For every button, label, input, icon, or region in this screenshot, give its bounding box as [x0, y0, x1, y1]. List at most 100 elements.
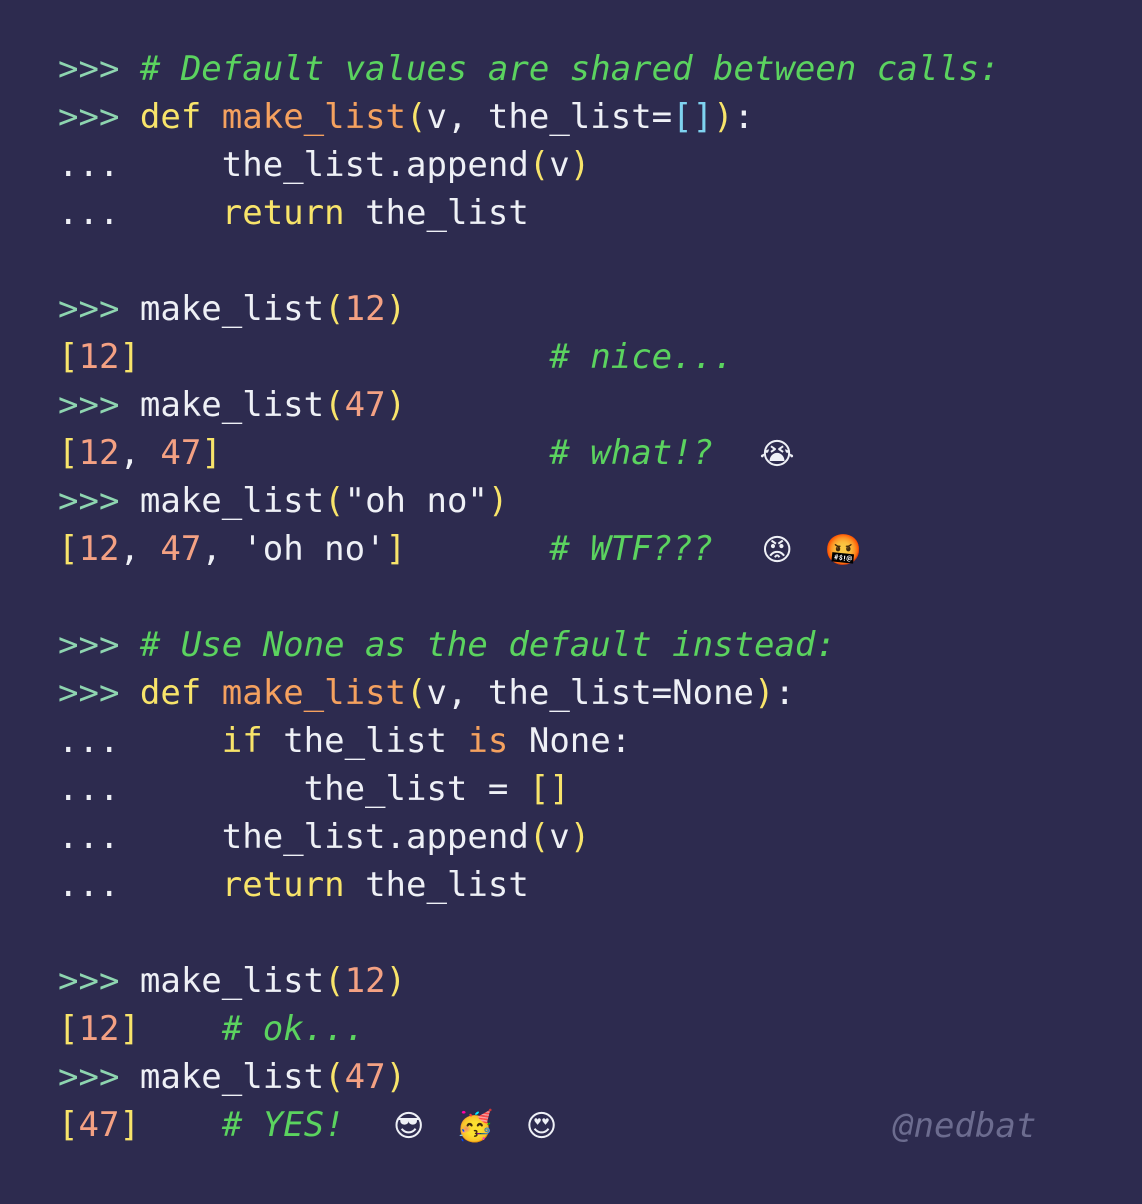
code-token-num: 47	[344, 1057, 386, 1097]
code-token-name: :	[774, 673, 795, 713]
code-token-name: ...	[58, 865, 222, 905]
code-token-bracket: ]	[119, 337, 140, 377]
code-line: ... if the_list is None:	[58, 717, 1142, 765]
cursing-face-emoji: 🤬	[824, 533, 863, 568]
code-token-bracket: ]	[119, 1009, 140, 1049]
code-token-bracket: (	[528, 145, 550, 185]
code-token-name: make_list	[139, 289, 325, 329]
code-token-bracket: (	[324, 385, 345, 425]
code-token-name: ...	[58, 817, 222, 857]
code-token-comment: # WTF???	[549, 529, 755, 569]
code-token-name: v, the_list=None	[426, 673, 755, 713]
code-token-name	[140, 337, 549, 377]
code-token-comment: # Default values are shared between call…	[139, 49, 1000, 89]
code-token-prompt: >>>	[58, 625, 140, 665]
code-token-comment: # what!?	[549, 433, 755, 473]
code-line: >>> # Use None as the default instead:	[58, 621, 1142, 669]
code-token-name: the_list	[344, 865, 529, 905]
code-token-num: 12	[78, 1009, 120, 1049]
code-token-name: the_list	[262, 721, 468, 761]
code-token-prompt: >>>	[58, 97, 140, 137]
code-token-comment: # YES!	[221, 1105, 386, 1145]
code-token-num: 47	[160, 433, 202, 473]
code-token-name: ...	[58, 721, 222, 761]
code-line: [12] # nice...	[58, 333, 1142, 381]
code-token-name	[222, 433, 550, 473]
code-token-str: 'oh no'	[242, 529, 386, 569]
code-line: >>> # Default values are shared between …	[58, 45, 1142, 93]
sunglasses-face-emoji: 😎	[392, 1109, 425, 1144]
code-token-name: make_list	[139, 961, 325, 1001]
code-token-bracket: [	[58, 337, 79, 377]
code-token-name: v, the_list=	[426, 97, 673, 137]
code-line: >>> def make_list(v, the_list=None):	[58, 669, 1142, 717]
code-token-comment: # nice...	[549, 337, 734, 377]
code-token-bracket: [	[58, 1009, 79, 1049]
code-line: ... return the_list	[58, 861, 1142, 909]
code-token-bracket: [	[58, 529, 79, 569]
code-token-comment: # Use None as the default instead:	[139, 625, 836, 665]
code-token-prompt: >>>	[58, 385, 140, 425]
code-token-bracket: (	[324, 481, 345, 521]
code-token-name	[432, 1105, 452, 1145]
crying-face-emoji: 😭	[759, 437, 795, 472]
code-token-bracket: (	[324, 961, 345, 1001]
code-token-bracket: ]	[385, 529, 407, 569]
code-line: ... the_list.append(v)	[58, 813, 1142, 861]
code-token-name: make_list	[139, 481, 325, 521]
code-token-bracket: (	[528, 817, 550, 857]
code-token-bracket: (	[324, 289, 345, 329]
code-token-bracket: )	[569, 145, 591, 185]
author-watermark: @nedbat	[893, 1106, 1037, 1146]
code-token-name	[800, 529, 820, 569]
code-token-num: 12	[344, 961, 386, 1001]
code-token-bracket: (	[406, 673, 427, 713]
code-token-name	[201, 97, 221, 137]
code-token-name: ,	[201, 529, 243, 569]
code-line: >>> make_list(12)	[58, 957, 1142, 1005]
code-token-bracket: []	[528, 769, 570, 809]
code-line: >>> make_list(47)	[58, 1053, 1142, 1101]
code-line: ... the_list = []	[58, 765, 1142, 813]
code-token-name	[498, 1105, 518, 1145]
code-token-name	[406, 529, 549, 569]
code-line: >>> make_list("oh no")	[58, 477, 1142, 525]
code-token-num: 12	[344, 289, 386, 329]
code-token-bracket: )	[713, 97, 734, 137]
code-token-name: v	[549, 145, 570, 185]
code-token-prompt: >>>	[58, 1057, 140, 1097]
code-token-name: :	[733, 97, 755, 137]
code-token-name: ...	[58, 769, 304, 809]
code-token-name: the_list =	[303, 769, 529, 809]
code-line: >>> def make_list(v, the_list=[]):	[58, 93, 1142, 141]
code-token-fn: make_list	[221, 673, 407, 713]
code-token-kw: if	[221, 721, 263, 761]
code-line: >>> make_list(47)	[58, 381, 1142, 429]
code-token-name: ,	[119, 529, 161, 569]
code-token-name: make_list	[139, 1057, 325, 1097]
code-token-bracket: [	[58, 433, 79, 473]
code-line: [12, 47] # what!? 😭	[58, 429, 1142, 477]
code-line: ... the_list.append(v)	[58, 141, 1142, 189]
code-token-num: 12	[78, 337, 120, 377]
code-token-bracket: [	[58, 1105, 79, 1145]
code-token-name: ...	[58, 193, 222, 233]
code-token-bracket: ]	[119, 1105, 140, 1145]
code-line: >>> make_list(12)	[58, 285, 1142, 333]
code-terminal: >>> # Default values are shared between …	[58, 45, 1142, 1149]
code-token-bracket: (	[324, 1057, 345, 1097]
code-token-name: make_list	[139, 385, 325, 425]
code-token-num: 47	[344, 385, 386, 425]
code-token-prompt: >>>	[58, 673, 140, 713]
party-face-emoji: 🥳	[456, 1109, 494, 1144]
code-token-comment: # ok...	[221, 1009, 366, 1049]
code-token-bracket: )	[385, 289, 407, 329]
code-line: [12, 47, 'oh no'] # WTF??? 😡 🤬	[58, 525, 1142, 573]
code-token-bracket: )	[385, 385, 407, 425]
code-token-bracket: )	[754, 673, 775, 713]
code-token-kw: return	[221, 193, 345, 233]
code-token-str: "oh no"	[344, 481, 488, 521]
